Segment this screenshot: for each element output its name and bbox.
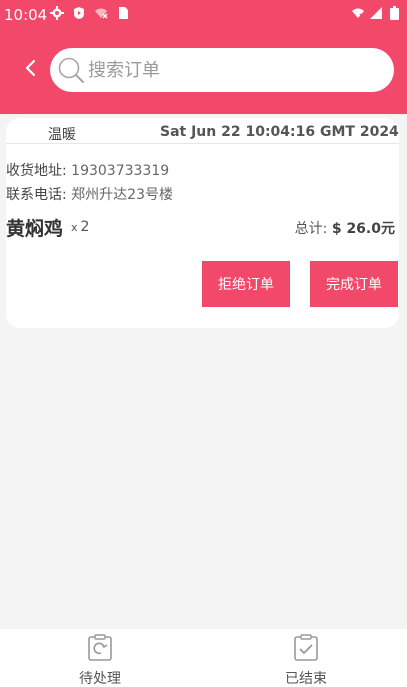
complete-order-button[interactable]: 完成订单 [310, 261, 398, 307]
order-total: 总计: $ 26.0元 [295, 218, 395, 238]
shield-play-icon [72, 6, 86, 20]
order-card: 温暖 Sat Jun 22 10:04:16 GMT 2024 收货地址: 19… [6, 118, 399, 328]
app-header: 10:04 [0, 0, 407, 114]
search-icon [57, 56, 85, 84]
dish-quantity: x2 [71, 219, 89, 235]
address-label: 收货地址: [6, 163, 67, 179]
search-input[interactable] [88, 54, 378, 86]
check-clipboard-icon [293, 634, 319, 662]
phone-row: 联系电话: 郑州升达23号楼 [6, 184, 173, 204]
buyer-name: 温暖 [48, 127, 76, 143]
reject-order-button[interactable]: 拒绝订单 [202, 261, 290, 307]
chevron-left-icon [23, 58, 37, 82]
status-icons-left [50, 6, 130, 20]
nav-tab-pending[interactable]: 待处理 [40, 629, 160, 687]
bottom-nav: 待处理 已结束 [0, 629, 407, 687]
search-box[interactable] [50, 48, 394, 92]
nav-tab-finished[interactable]: 已结束 [246, 629, 366, 687]
nav-label-pending: 待处理 [79, 671, 121, 687]
address-value: 19303733319 [71, 163, 170, 179]
order-card-header: 温暖 Sat Jun 22 10:04:16 GMT 2024 [6, 118, 399, 144]
quantity-multiplier: x [71, 221, 78, 234]
status-bar: 10:04 [0, 0, 407, 30]
total-label: 总计: [294, 221, 328, 237]
status-icons-right [351, 6, 401, 20]
nav-label-finished: 已结束 [285, 671, 327, 687]
battery-icon [387, 6, 401, 20]
sim-card-icon [116, 6, 130, 20]
status-time: 10:04 [4, 6, 48, 24]
total-value: $ 26.0元 [331, 221, 395, 237]
back-button[interactable] [18, 56, 42, 84]
wifi-signal-icon [351, 6, 365, 20]
refresh-clipboard-icon [87, 634, 113, 662]
dish-name: 黄焖鸡 [6, 218, 64, 240]
order-time: Sat Jun 22 10:04:16 GMT 2024 [160, 124, 399, 140]
address-row: 收货地址: 19303733319 [6, 160, 169, 180]
gear-icon [50, 6, 64, 20]
cell-signal-icon [369, 6, 383, 20]
phone-label: 联系电话: [6, 187, 67, 203]
phone-value: 郑州升达23号楼 [71, 187, 173, 203]
quantity-value: 2 [80, 219, 90, 235]
wifi-off-icon [94, 6, 108, 20]
